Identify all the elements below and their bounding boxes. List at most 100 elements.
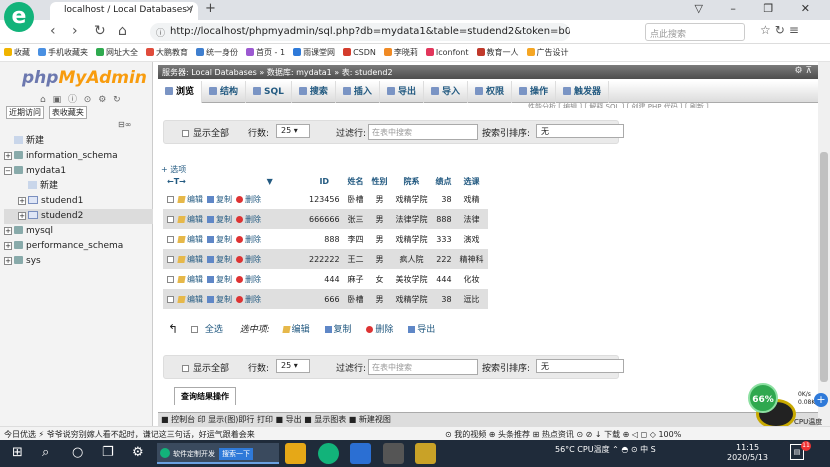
expand-node-icon[interactable]: +	[18, 212, 26, 220]
navigation-icons[interactable]: ⌂ ▣ ⓘ ⊙ ⚙ ↻	[40, 92, 123, 105]
collapse-node-icon[interactable]: −	[4, 167, 12, 175]
tab-3[interactable]: 搜索	[292, 81, 336, 103]
sort-index-select-bottom[interactable]: 无	[536, 359, 624, 373]
tree-item-label[interactable]: mydata1	[26, 166, 66, 176]
tab-2[interactable]: SQL	[246, 81, 292, 103]
column-header[interactable]: ID	[305, 173, 344, 189]
table-cell[interactable]: 333	[431, 229, 456, 249]
tree-item-label[interactable]: 新建	[26, 136, 44, 146]
memory-usage-badge[interactable]: 66%	[748, 383, 778, 413]
column-header[interactable]: 院系	[392, 173, 432, 189]
table-cell[interactable]: 戏精学院	[391, 229, 432, 249]
sort-header-controls[interactable]: ←T→ ▼	[163, 173, 305, 189]
expand-node-icon[interactable]: +	[4, 242, 12, 250]
search-icon[interactable]: ⌕	[42, 445, 49, 460]
table-cell[interactable]: 888	[305, 229, 344, 249]
table-cell[interactable]: 222	[431, 249, 456, 269]
sort-arrows-icon[interactable]: ←T→	[167, 177, 186, 186]
task-view-icon[interactable]: ❐	[102, 445, 114, 460]
bookmark-item[interactable]: 大鹏教育	[146, 47, 188, 58]
expand-node-icon[interactable]: +	[4, 257, 12, 265]
bookmark-item[interactable]: 收藏	[4, 47, 30, 58]
delete-row-button[interactable]: 删除	[236, 275, 261, 284]
row-checkbox[interactable]	[167, 255, 174, 263]
table-cell[interactable]: 666	[305, 289, 344, 309]
table-cell[interactable]: 戏精学院	[391, 189, 432, 209]
table-cell[interactable]: 888	[431, 209, 456, 229]
select-all-checkbox[interactable]	[190, 326, 198, 333]
table-cell[interactable]: 男	[367, 289, 392, 309]
system-tray[interactable]: 56°C CPU温度 ⌃ ◓ ⊙ 中 S	[555, 444, 656, 455]
tree-item-label[interactable]: studend1	[41, 196, 83, 206]
performance-widget[interactable]: 66% 0K/s 0.08K/s + CPU温度	[748, 383, 830, 429]
delete-row-button[interactable]: 删除	[236, 215, 261, 224]
select-all-label[interactable]: 全选	[205, 325, 223, 335]
copy-row-button[interactable]: 复制	[207, 215, 232, 224]
bookmark-item[interactable]: Iconfont	[425, 48, 469, 57]
tree-item-label[interactable]: mysql	[26, 226, 53, 236]
edit-row-button[interactable]: 编辑	[177, 215, 203, 224]
word-icon[interactable]	[350, 443, 371, 464]
show-all-checkbox-bottom[interactable]: 显示全部	[182, 361, 229, 374]
rows-select-bottom[interactable]: 25 ▾	[276, 359, 310, 373]
profiling-links[interactable]: 性能分析 [ 编辑 ] [ 解释 SQL ] [ 创建 PHP 代码 ] [ 刷…	[528, 102, 709, 108]
copy-row-button[interactable]: 复制	[207, 195, 232, 204]
tree-item[interactable]: + information_schema	[4, 149, 153, 164]
console-bar[interactable]: ■ 控制台 印 显示(图)即行 打印 ■ 导出 ■ 显示图表 ■ 新建视图	[158, 412, 818, 426]
bookmark-item[interactable]: 手机收藏夹	[38, 47, 88, 58]
table-cell[interactable]: 卧槽	[343, 289, 368, 309]
tree-item[interactable]: 新建	[4, 179, 153, 194]
table-cell[interactable]: 精神科	[455, 249, 488, 269]
tree-item-label[interactable]: sys	[26, 256, 41, 266]
collapse-all-icon[interactable]: ⊟∞	[118, 120, 131, 129]
expand-node-icon[interactable]: +	[4, 152, 12, 160]
browser-tab[interactable]: localhost / Local Databases / ✕	[50, 2, 198, 20]
table-cell[interactable]: 女	[367, 269, 392, 289]
boost-plus-icon[interactable]: +	[814, 393, 828, 407]
tab-0[interactable]: 浏览	[158, 81, 203, 103]
window-controls[interactable]: ▽ – ❐ ✕	[694, 2, 822, 15]
table-cell[interactable]: 疯人院	[391, 249, 432, 269]
notes-icon[interactable]	[415, 443, 436, 464]
bulk-delete-button[interactable]: 删除	[366, 325, 393, 335]
tools-icon[interactable]	[383, 443, 404, 464]
table-cell[interactable]: 化妆	[455, 269, 488, 289]
copy-row-button[interactable]: 复制	[207, 295, 232, 304]
delete-row-button[interactable]: 删除	[236, 295, 261, 304]
tab-close-icon[interactable]: ✕	[185, 5, 193, 15]
bookmark-item[interactable]: 雨课堂网	[293, 47, 335, 58]
edit-row-button[interactable]: 编辑	[177, 255, 203, 264]
taskbar-browser-app[interactable]: 软件定制开发 搜索一下	[157, 443, 279, 464]
status-news-text[interactable]: 今日优选 ⚡ 爷爷说穷别嫁人看不起时，谦记这三句话，好运气跟着会来	[4, 430, 255, 439]
tree-item[interactable]: + studend2	[4, 209, 153, 224]
tree-item[interactable]: + studend1	[4, 194, 153, 209]
tree-item-label[interactable]: information_schema	[26, 151, 118, 161]
delete-row-button[interactable]: 删除	[236, 195, 261, 204]
tab-8[interactable]: 操作	[512, 81, 556, 103]
bookmark-item[interactable]: 统一身份	[196, 47, 238, 58]
table-cell[interactable]: 逗比	[455, 289, 488, 309]
browser-menu-icons[interactable]: ☆↻≡	[760, 23, 803, 37]
column-header[interactable]: 绩点	[432, 173, 456, 189]
tab-5[interactable]: 导出	[380, 81, 424, 103]
table-cell[interactable]: 麻子	[343, 269, 368, 289]
sort-index-select[interactable]: 无	[536, 124, 624, 138]
bookmark-item[interactable]: 广告设计	[526, 47, 569, 58]
tab-4[interactable]: 插入	[336, 81, 380, 103]
rows-select[interactable]: 25 ▾	[276, 124, 310, 138]
browser-taskbar-icon[interactable]	[318, 443, 339, 464]
bookmark-item[interactable]: 首页 - 1	[246, 47, 285, 58]
table-cell[interactable]: 男	[367, 209, 392, 229]
search-input[interactable]: 点此搜索	[645, 23, 745, 41]
cortana-icon[interactable]: ○	[72, 445, 83, 460]
breadcrumb-text[interactable]: 服务器: Local Databases » 数据库: mydata1 » 表:…	[162, 68, 393, 77]
copy-row-button[interactable]: 复制	[207, 275, 232, 284]
copy-row-button[interactable]: 复制	[207, 235, 232, 244]
tree-item[interactable]: 新建	[4, 134, 153, 149]
row-checkbox[interactable]	[167, 215, 174, 223]
back-icon[interactable]: ‹	[50, 23, 56, 39]
sort-marker-icon[interactable]: ▼	[267, 177, 273, 186]
address-bar[interactable]: ⓘ http://localhost/phpmyadmin/sql.php?db…	[150, 23, 570, 41]
tree-item[interactable]: − mydata1	[4, 164, 153, 179]
bulk-export-button[interactable]: 导出	[408, 325, 435, 335]
